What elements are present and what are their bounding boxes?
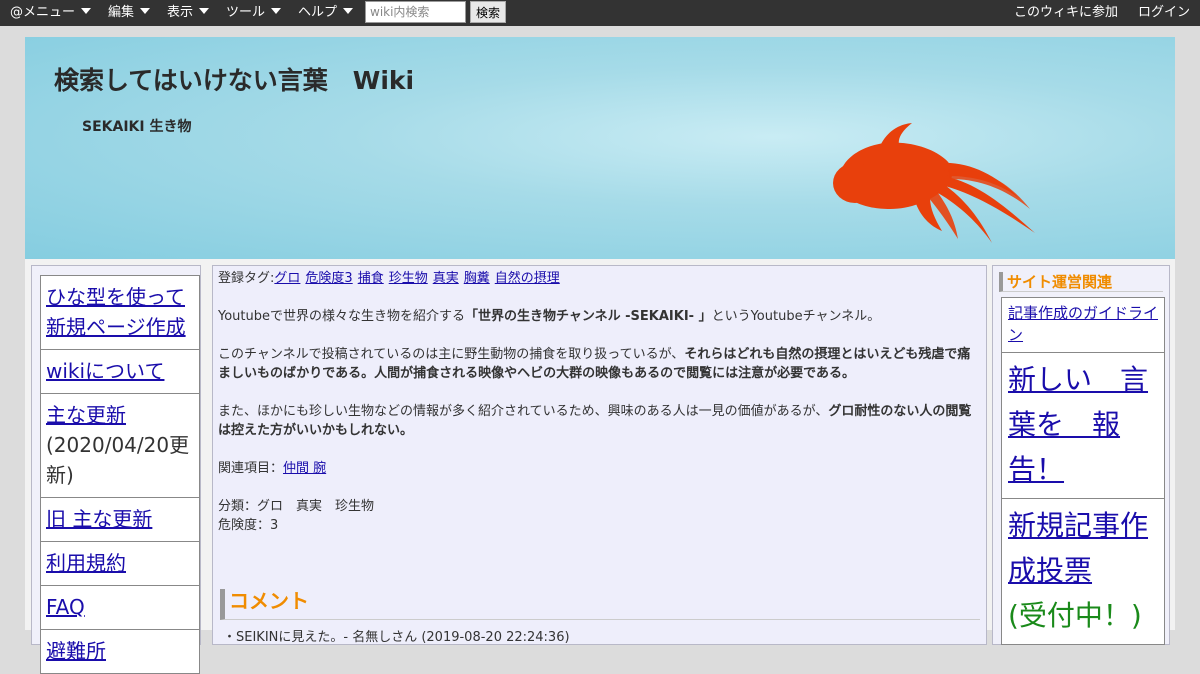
tag-link[interactable]: 真実 xyxy=(433,271,459,286)
left-navigation: ひな型を使って新規ページ作成 wikiについて 主な更新 (2020/04/20更… xyxy=(31,265,201,674)
tag-link[interactable]: 胸糞 xyxy=(464,271,490,286)
nav-link-main-updates[interactable]: 主な更新 xyxy=(46,403,126,427)
tag-link[interactable]: グロ xyxy=(274,271,300,286)
menu-at-menu[interactable]: @メニュー xyxy=(10,0,92,26)
menu-view[interactable]: 表示 xyxy=(167,0,210,26)
sidebar-item: 新しい 言葉を 報告！ xyxy=(1001,353,1165,499)
guideline-link[interactable]: 記事作成のガイドライン xyxy=(1008,304,1158,344)
login-link[interactable]: ログイン xyxy=(1138,0,1190,26)
article-paragraph: Youtubeで世界の様々な生き物を紹介する「世界の生き物チャンネル -SEKA… xyxy=(218,307,978,326)
menu-tools[interactable]: ツール xyxy=(226,0,282,26)
new-article-vote-link[interactable]: 新規記事作成投票 xyxy=(1008,509,1148,587)
menu-help[interactable]: ヘルプ xyxy=(298,0,354,26)
join-wiki-link[interactable]: このウィキに参加 xyxy=(1014,0,1118,26)
text: このチャンネルで投稿されているのは主に野生動物の捕食を取り扱っているが、 xyxy=(218,347,685,362)
tag-link[interactable]: 危険度3 xyxy=(305,271,352,286)
nav-link-terms[interactable]: 利用規約 xyxy=(46,551,126,575)
sidebar-item: 記事作成のガイドライン xyxy=(1001,297,1165,353)
article-paragraph: また、ほかにも珍しい生物などの情報が多く紹介されているため、興味のある人は一見の… xyxy=(218,402,978,440)
header-banner: 検索してはいけない言葉 Wiki SEKAIKI 生き物 xyxy=(25,37,1175,259)
menu-label: @メニュー xyxy=(10,5,76,20)
main-area: ひな型を使って新規ページ作成 wikiについて 主な更新 (2020/04/20更… xyxy=(25,259,1175,674)
menu-label: ヘルプ xyxy=(298,5,338,20)
category-line: 分類：グロ 真実 珍生物 xyxy=(218,499,375,514)
top-menu-bar: @メニュー 編集 表示 ツール ヘルプ 検索 このウィキに参加 ログイン xyxy=(0,0,1200,26)
tag-link[interactable]: 珍生物 xyxy=(389,271,428,286)
nav-list: ひな型を使って新規ページ作成 wikiについて 主な更新 (2020/04/20更… xyxy=(40,275,200,674)
search-button[interactable]: 検索 xyxy=(470,1,506,23)
article-paragraph: このチャンネルで投稿されているのは主に野生動物の捕食を取り扱っているが、それらは… xyxy=(218,345,978,383)
bold-text: 「世界の生き物チャンネル -SEKAIKI- 」 xyxy=(465,309,712,324)
sidebar-list: 記事作成のガイドライン 新しい 言葉を 報告！ 新規記事作成投票 (受付中！) xyxy=(1001,297,1165,645)
nav-link-new-page-template[interactable]: ひな型を使って新規ページ作成 xyxy=(46,285,186,339)
nav-update-date: (2020/04/20更新) xyxy=(46,433,190,487)
comment-item: ・SEIKINに見えた。- 名無しさん (2019-08-20 22:24:36… xyxy=(223,630,570,645)
page-title: SEKAIKI 生き物 xyxy=(82,119,192,135)
nav-link-faq[interactable]: FAQ xyxy=(46,595,85,619)
menu-label: 表示 xyxy=(167,5,194,20)
nav-item: ひな型を使って新規ページ作成 xyxy=(40,275,200,350)
text: というYoutubeチャンネル。 xyxy=(711,309,881,324)
menu-edit[interactable]: 編集 xyxy=(108,0,151,26)
site-title[interactable]: 検索してはいけない言葉 Wiki xyxy=(54,61,414,97)
sidebar-heading: サイト運営関連 xyxy=(999,272,1163,292)
text: Youtubeで世界の様々な生き物を紹介する xyxy=(218,309,465,324)
chevron-down-icon xyxy=(343,8,354,14)
article-content: 登録タグ:グロ 危険度3 捕食 珍生物 真実 胸糞 自然の摂理 Youtubeで世界の様々な… xyxy=(212,265,987,645)
nav-link-shelter[interactable]: 避難所 xyxy=(46,639,106,663)
goldfish-illustration xyxy=(833,123,1035,243)
vote-status: (受付中！) xyxy=(1008,599,1142,632)
comment-heading: コメント xyxy=(220,589,980,620)
nav-item: 主な更新 (2020/04/20更新) xyxy=(40,394,200,498)
nav-item: 利用規約 xyxy=(40,542,200,586)
sidebar-heading-text: サイト運営関連 xyxy=(1007,273,1113,291)
menu-label: 編集 xyxy=(108,5,135,20)
nav-item: 旧 主な更新 xyxy=(40,498,200,542)
chevron-down-icon xyxy=(140,8,151,14)
chevron-down-icon xyxy=(81,8,92,14)
tag-link[interactable]: 自然の摂理 xyxy=(495,271,560,286)
wiki-search-input[interactable] xyxy=(365,1,466,23)
related-label: 関連項目： xyxy=(218,461,284,476)
report-new-word-link[interactable]: 新しい 言葉を 報告！ xyxy=(1008,363,1148,486)
text: また、ほかにも珍しい生物などの情報が多く紹介されているため、興味のある人は一見の… xyxy=(218,404,829,419)
nav-item: wikiについて xyxy=(40,350,200,394)
right-sidebar: サイト運営関連 記事作成のガイドライン 新しい 言葉を 報告！ 新規記事作成投票… xyxy=(992,265,1170,645)
nav-item: 避難所 xyxy=(40,630,200,674)
comment-heading-text: コメント xyxy=(229,589,309,613)
nav-link-old-updates[interactable]: 旧 主な更新 xyxy=(46,507,152,531)
tag-list: 登録タグ:グロ 危険度3 捕食 珍生物 真実 胸糞 自然の摂理 xyxy=(218,269,978,288)
danger-line: 危険度：3 xyxy=(218,518,279,533)
tags-label: 登録タグ: xyxy=(218,271,275,286)
menu-label: ツール xyxy=(226,5,266,20)
sidebar-item: 新規記事作成投票 (受付中！) xyxy=(1001,499,1165,645)
tag-link[interactable]: 捕食 xyxy=(358,271,384,286)
nav-item: FAQ xyxy=(40,586,200,630)
related-items: 関連項目：仲間 腕 xyxy=(218,459,978,478)
related-link[interactable]: 仲間 腕 xyxy=(283,461,326,476)
nav-link-about-wiki[interactable]: wikiについて xyxy=(46,359,164,383)
chevron-down-icon xyxy=(199,8,210,14)
chevron-down-icon xyxy=(271,8,282,14)
